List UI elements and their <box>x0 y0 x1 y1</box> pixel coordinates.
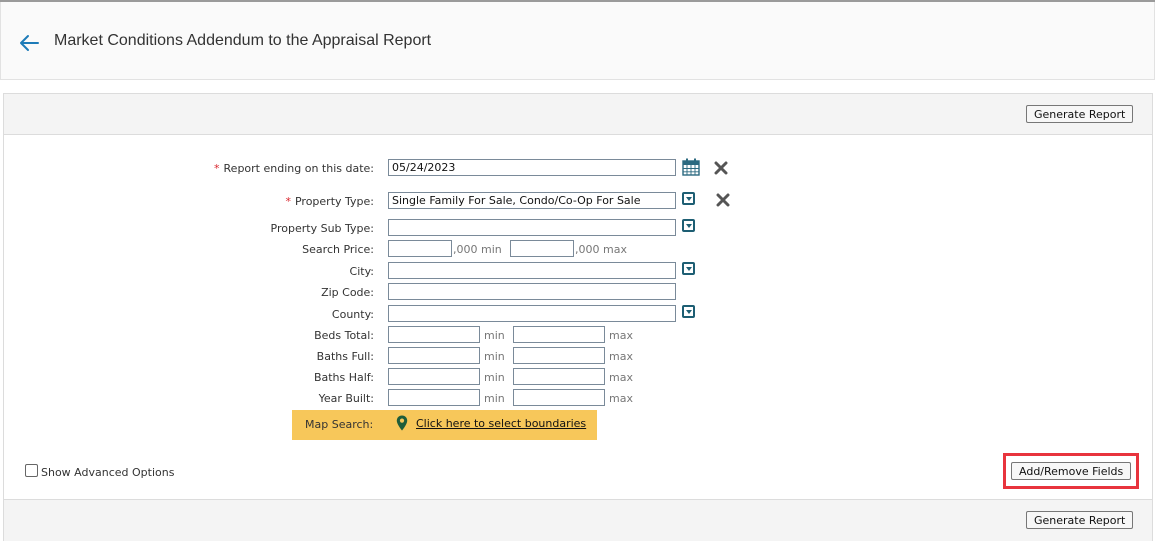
baths-half-min-input[interactable] <box>388 368 480 385</box>
calendar-icon[interactable] <box>682 158 700 176</box>
year-built-max-unit: max <box>609 392 633 405</box>
back-arrow-icon[interactable] <box>17 31 41 55</box>
page-header: Market Conditions Addendum to the Apprai… <box>0 2 1155 80</box>
add-remove-fields-button[interactable]: Add/Remove Fields <box>1011 462 1132 480</box>
city-label: City: <box>349 265 374 278</box>
generate-report-button-top[interactable]: Generate Report <box>1026 105 1134 123</box>
baths-full-min-input[interactable] <box>388 347 480 364</box>
top-toolbar: Generate Report <box>4 94 1152 135</box>
zip-code-input[interactable] <box>388 283 676 300</box>
year-built-max-input[interactable] <box>513 389 605 406</box>
search-price-max-unit: ,000 max <box>575 243 627 256</box>
property-type-input[interactable]: Single Family For Sale, Condo/Co-Op For … <box>388 192 676 209</box>
baths-half-max-unit: max <box>609 371 633 384</box>
bottom-toolbar: Generate Report <box>4 499 1152 541</box>
beds-total-label: Beds Total: <box>314 329 374 342</box>
map-search-box: Map Search: Click here to select boundar… <box>292 410 597 440</box>
search-price-label: Search Price: <box>302 243 374 256</box>
baths-full-label: Baths Full: <box>316 350 374 363</box>
search-price-max-input[interactable] <box>510 240 574 257</box>
baths-half-label: Baths Half: <box>313 371 374 384</box>
search-price-min-input[interactable] <box>388 240 452 257</box>
select-boundaries-link[interactable]: Click here to select boundaries <box>416 417 586 430</box>
zip-code-label: Zip Code: <box>321 286 374 299</box>
beds-total-min-unit: min <box>484 329 505 342</box>
page-title: Market Conditions Addendum to the Apprai… <box>54 32 432 49</box>
map-search-label: Map Search: <box>305 418 374 431</box>
map-pin-icon <box>396 415 408 431</box>
baths-full-min-unit: min <box>484 350 505 363</box>
city-dropdown-icon[interactable] <box>682 262 695 275</box>
county-label: County: <box>331 308 374 321</box>
county-dropdown-icon[interactable] <box>682 305 695 318</box>
clear-date-icon[interactable] <box>714 161 728 175</box>
property-type-dropdown-icon[interactable] <box>682 192 695 205</box>
property-sub-type-label: Property Sub Type: <box>270 222 374 235</box>
city-input[interactable] <box>388 262 676 279</box>
search-price-min-unit: ,000 min <box>453 243 502 256</box>
property-type-label: * Property Type: <box>285 195 374 208</box>
beds-total-max-input[interactable] <box>513 326 605 343</box>
year-built-label: Year Built: <box>318 392 374 405</box>
report-ending-date-input[interactable]: 05/24/2023 <box>388 159 676 176</box>
show-advanced-options-checkbox[interactable] <box>25 464 38 477</box>
generate-report-button-bottom[interactable]: Generate Report <box>1026 511 1134 529</box>
property-sub-type-input[interactable] <box>388 219 676 236</box>
baths-half-min-unit: min <box>484 371 505 384</box>
property-sub-type-dropdown-icon[interactable] <box>682 219 695 232</box>
clear-property-type-icon[interactable] <box>716 193 730 207</box>
baths-full-max-input[interactable] <box>513 347 605 364</box>
baths-half-max-input[interactable] <box>513 368 605 385</box>
county-input[interactable] <box>388 305 676 322</box>
year-built-min-input[interactable] <box>388 389 480 406</box>
beds-total-min-input[interactable] <box>388 326 480 343</box>
show-advanced-options-label[interactable]: Show Advanced Options <box>41 466 174 479</box>
baths-full-max-unit: max <box>609 350 633 363</box>
year-built-min-unit: min <box>484 392 505 405</box>
beds-total-max-unit: max <box>609 329 633 342</box>
report-ending-label: * Report ending on this date: <box>214 162 374 175</box>
